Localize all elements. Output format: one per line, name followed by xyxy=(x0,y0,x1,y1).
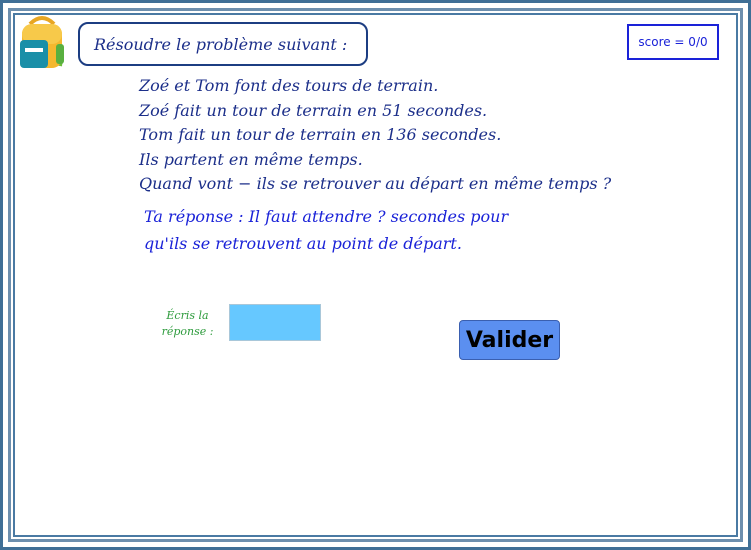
answer-line: qu'ils se retrouvent au point de départ. xyxy=(144,234,462,253)
problem-statement: Zoé et Tom font des tours de terrain. Zo… xyxy=(139,74,611,197)
instruction-title: Résoudre le problème suivant : xyxy=(78,22,368,66)
backpack-icon xyxy=(20,16,64,68)
valider-button[interactable]: Valider xyxy=(459,320,560,360)
answer-prompt-label: Écris la réponse : xyxy=(150,308,225,340)
answer-input[interactable] xyxy=(229,304,321,341)
score-display: score = 0/0 xyxy=(627,24,719,60)
prompt-line: Écris la xyxy=(166,309,209,322)
problem-line: Zoé fait un tour de terrain en 51 second… xyxy=(139,100,488,120)
problem-line: Quand vont − ils se retrouver au départ … xyxy=(139,174,612,193)
answer-line: Ta réponse : Il faut attendre ? secondes… xyxy=(144,207,509,226)
problem-line: Tom fait un tour de terrain en 136 secon… xyxy=(139,125,502,144)
problem-line: Ils partent en même temps. xyxy=(139,149,363,169)
problem-line: Zoé et Tom font des tours de terrain. xyxy=(139,76,439,95)
prompt-line: réponse : xyxy=(161,325,214,338)
answer-sentence: Ta réponse : Il faut attendre ? secondes… xyxy=(144,203,508,257)
